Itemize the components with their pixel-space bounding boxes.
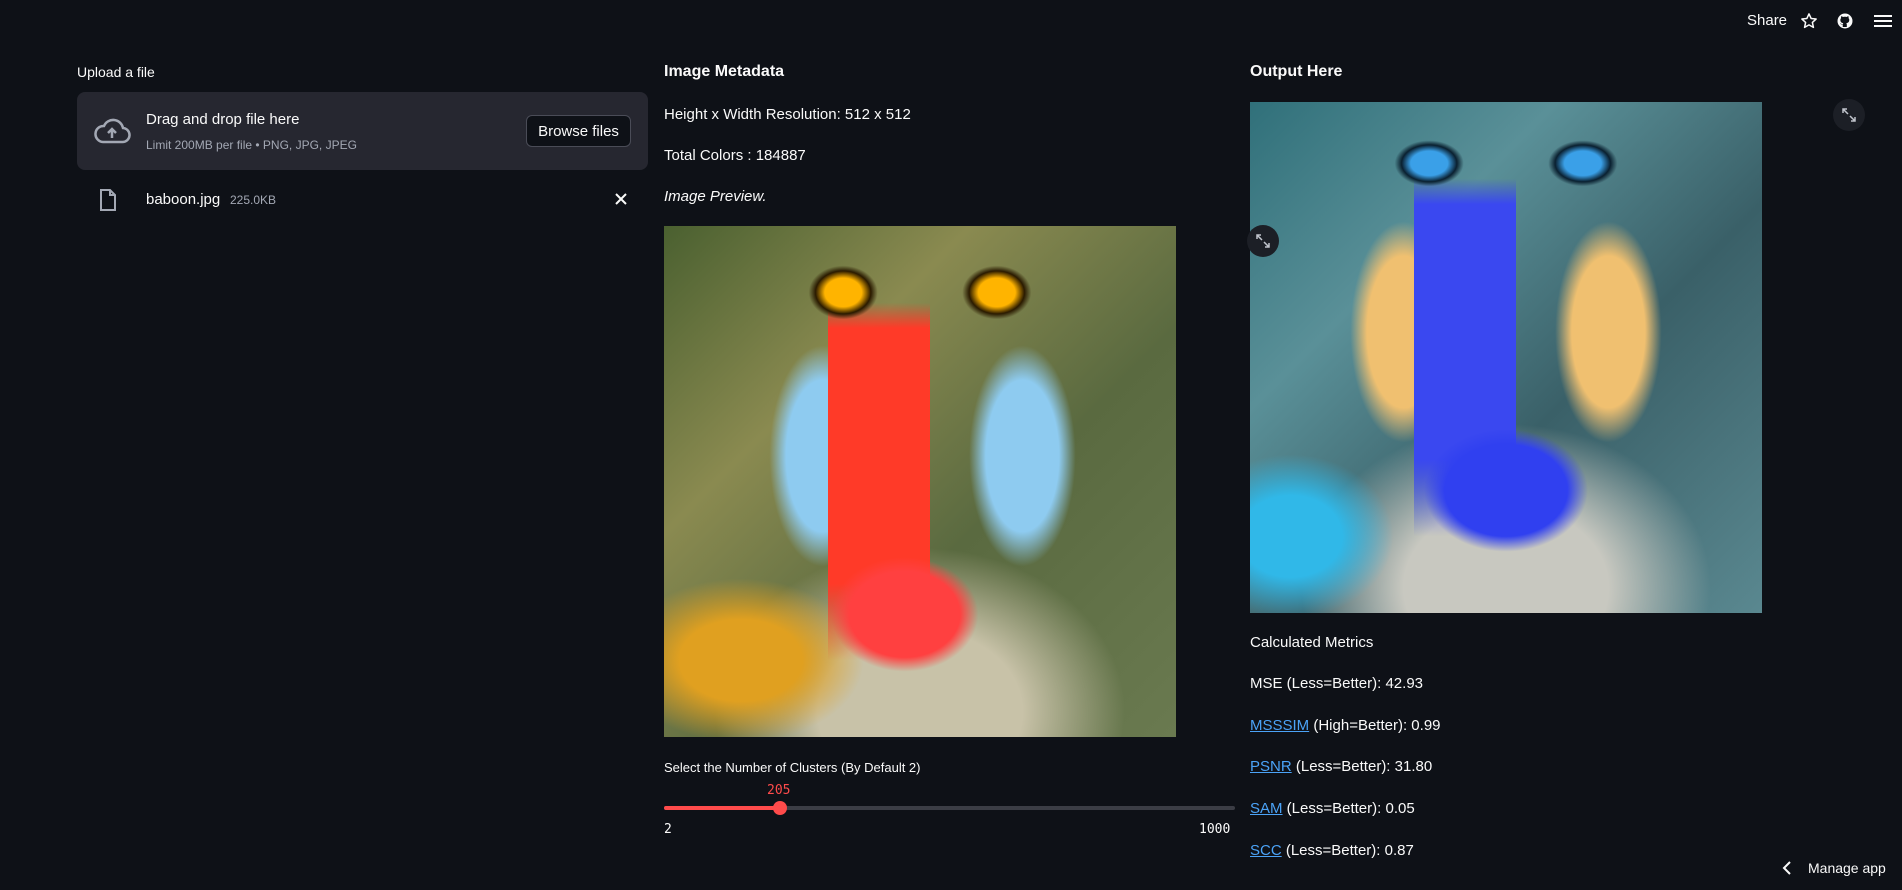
- drop-title: Drag and drop file here: [146, 111, 300, 128]
- slider-value: 205: [767, 783, 791, 798]
- metric-msssim: MSSSIM (High=Better): 0.99: [1250, 717, 1441, 734]
- browse-files-button[interactable]: Browse files: [526, 115, 631, 147]
- hamburger-menu-icon[interactable]: [1872, 10, 1894, 32]
- slider-thumb[interactable]: [773, 801, 788, 815]
- total-colors-text: Total Colors : 184887: [664, 147, 806, 164]
- scc-value: (Less=Better): 0.87: [1281, 842, 1414, 859]
- github-icon[interactable]: [1834, 10, 1856, 32]
- drop-hint: Limit 200MB per file • PNG, JPG, JPEG: [146, 138, 357, 152]
- metric-sam: SAM (Less=Better): 0.05: [1250, 800, 1415, 817]
- metric-psnr: PSNR (Less=Better): 31.80: [1250, 758, 1432, 775]
- msssim-link[interactable]: MSSSIM: [1250, 717, 1309, 734]
- file-icon: [99, 189, 117, 216]
- psnr-link[interactable]: PSNR: [1250, 758, 1292, 775]
- expand-icon[interactable]: [1833, 99, 1865, 131]
- resolution-text: Height x Width Resolution: 512 x 512: [664, 106, 911, 123]
- upload-label: Upload a file: [77, 64, 155, 80]
- scc-link[interactable]: SCC: [1250, 842, 1282, 859]
- file-name: baboon.jpg: [146, 191, 221, 208]
- metric-mse: MSE (Less=Better): 42.93: [1250, 675, 1423, 692]
- star-icon[interactable]: [1798, 10, 1820, 32]
- metric-scc: SCC (Less=Better): 0.87: [1250, 842, 1414, 859]
- image-preview-label: Image Preview.: [664, 188, 767, 205]
- msssim-value: (High=Better): 0.99: [1309, 717, 1441, 734]
- manage-app-button[interactable]: Manage app: [1782, 860, 1886, 876]
- slider-min: 2: [664, 822, 672, 837]
- clusters-slider[interactable]: [664, 801, 1235, 815]
- slider-label: Select the Number of Clusters (By Defaul…: [664, 760, 921, 775]
- psnr-value: (Less=Better): 31.80: [1291, 758, 1433, 775]
- cloud-upload-icon: [93, 116, 131, 151]
- output-image: [1250, 102, 1762, 613]
- output-heading: Output Here: [1250, 63, 1343, 80]
- sam-link[interactable]: SAM: [1250, 800, 1283, 817]
- slider-fill: [664, 806, 781, 810]
- remove-file-close-icon[interactable]: [614, 192, 628, 211]
- file-dropzone[interactable]: Drag and drop file here Limit 200MB per …: [77, 92, 648, 170]
- metadata-heading: Image Metadata: [664, 63, 785, 80]
- sam-value: (Less=Better): 0.05: [1282, 800, 1415, 817]
- file-size: 225.0KB: [230, 193, 277, 207]
- chevron-left-icon: [1782, 861, 1791, 875]
- share-button[interactable]: Share: [1747, 12, 1787, 29]
- input-image-preview: [664, 226, 1176, 737]
- manage-app-label: Manage app: [1808, 860, 1886, 876]
- slider-max: 1000: [1199, 822, 1231, 837]
- uploaded-file-row: baboon.jpg 225.0KB: [77, 183, 648, 219]
- fullscreen-icon[interactable]: [1247, 225, 1279, 257]
- metrics-heading: Calculated Metrics: [1250, 634, 1374, 651]
